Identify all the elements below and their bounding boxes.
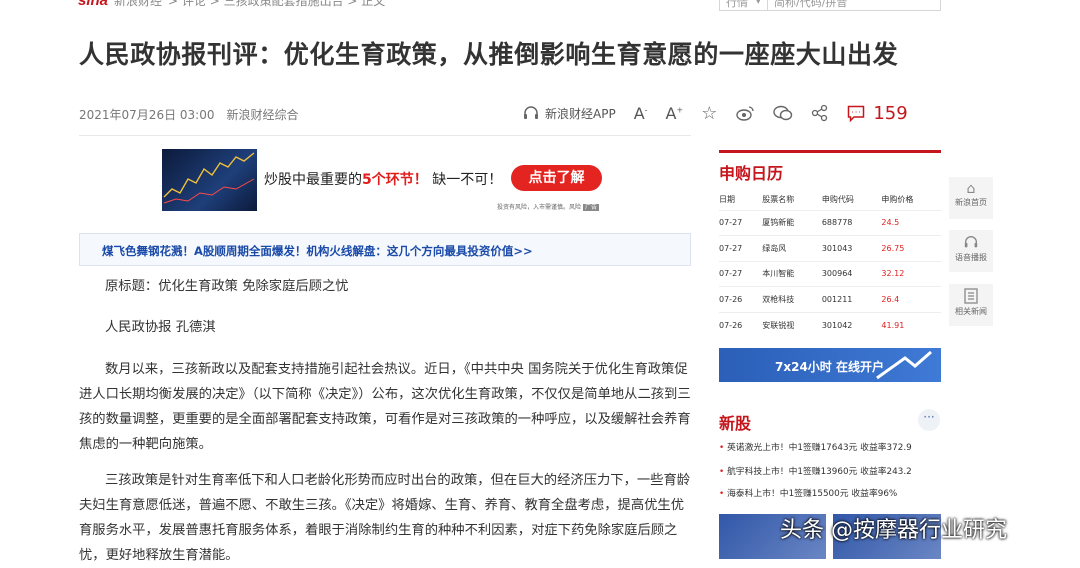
article-paragraph: 人民政协报 孔德淇 xyxy=(105,320,216,335)
breadcrumb[interactable]: > 评论 > 三孩政策配套措施出台 > 正文 xyxy=(168,0,385,9)
font-small-icon: A- xyxy=(633,103,648,123)
share-button[interactable] xyxy=(811,104,829,122)
divider xyxy=(79,135,691,136)
open-account-banner[interactable]: 7x24小时 在线开户 xyxy=(719,348,941,382)
more-icon[interactable]: ··· xyxy=(918,409,940,431)
comment-count: 159 xyxy=(873,102,908,124)
article-source[interactable]: 新浪财经综合 xyxy=(226,106,298,123)
sina-logo[interactable]: sina xyxy=(78,0,108,9)
table-row[interactable]: 07-26 双枪科技 001211 26.4 xyxy=(719,286,941,313)
arrow-graphic xyxy=(876,350,932,380)
col-header: 申购代码 xyxy=(821,194,854,204)
ipo-calendar-table: 日期 股票名称 申购代码 申购价格 07-27 厦钨新能 688778 24.5 07… xyxy=(719,189,941,338)
table-row[interactable]: 07-27 本川智能 300964 32.12 xyxy=(719,260,941,287)
share-icon xyxy=(812,104,828,122)
ad-cta-button[interactable]: 点击了解 xyxy=(511,165,602,191)
ad-text[interactable]: 炒股中最重要的5个环节！ 缺一不可！ xyxy=(264,169,502,189)
comment-icon xyxy=(848,105,865,122)
headphones-icon xyxy=(524,106,538,119)
table-row[interactable]: 07-27 厦钨新能 688778 24.5 xyxy=(719,209,941,236)
promo-banner-link[interactable]: 煤飞色舞钢花溅！A股顺周期全面爆发！机构火线解盘：这几个方向最具投资价值>> xyxy=(79,233,691,266)
article-title: 人民政协报刊评：优化生育政策，从推倒影响生育意愿的一座座大山出发 xyxy=(79,40,899,69)
col-header: 日期 xyxy=(719,194,735,204)
font-large-icon: A+ xyxy=(665,103,684,123)
wechat-icon xyxy=(773,105,793,121)
table-row[interactable]: 07-27 绿岛风 301043 26.75 xyxy=(719,235,941,262)
article-paragraph: 原标题：优化生育政策 免除家庭后顾之忧 xyxy=(105,279,349,294)
list-item[interactable]: • 英诺激光上市！中1签赚17643元 收益率372.9 xyxy=(719,440,941,453)
search-type-select[interactable]: 行情 ▾ xyxy=(720,0,768,10)
favorite-button[interactable]: ☆ xyxy=(701,103,717,124)
table-row[interactable]: 07-26 安联锐视 301042 41.91 xyxy=(719,311,941,338)
article-paragraph: 数月以来，三孩新政以及配套支持措施引起社会热议。近日，《中共中央 国务院关于优化… xyxy=(79,362,691,452)
comment-button[interactable]: 159 xyxy=(847,102,908,124)
rail-home-button[interactable]: ⌂ 新浪首页 xyxy=(949,177,993,219)
top-bar: sina 新浪财经 > 评论 > 三孩政策配套措施出台 > 正文 xyxy=(78,0,385,9)
wechat-share-button[interactable] xyxy=(773,105,793,121)
search-input[interactable]: 简称/代码/拼音 xyxy=(768,0,853,10)
list-item[interactable]: • 海泰科上市！中1签赚15500元 收益率96% xyxy=(719,486,941,499)
search-box: 行情 ▾ 简称/代码/拼音 xyxy=(719,0,941,11)
rail-audio-button[interactable]: 语音播报 xyxy=(949,230,993,272)
article-meta: 2021年07月26日 03:00 新浪财经综合 xyxy=(79,106,299,123)
publish-date: 2021年07月26日 03:00 xyxy=(79,108,215,122)
rail-related-button[interactable]: 相关新闻 xyxy=(949,284,993,326)
watermark: 头条 @按摩器行业研究 xyxy=(780,518,1007,543)
home-icon: ⌂ xyxy=(966,181,976,197)
ad-disclaimer: 投资有风险，入市需谨慎。风险 广告 xyxy=(497,204,599,211)
chevron-down-icon: ▾ xyxy=(755,0,761,7)
font-increase-button[interactable]: A+ xyxy=(666,104,684,123)
col-header: 申购价格 xyxy=(881,194,914,204)
col-header: 股票名称 xyxy=(762,194,795,204)
headphones-icon xyxy=(964,236,978,248)
app-link[interactable]: 新浪财经APP xyxy=(522,105,616,122)
weibo-icon xyxy=(736,106,754,121)
weibo-share-button[interactable] xyxy=(735,105,755,121)
document-icon xyxy=(964,288,978,304)
font-decrease-button[interactable]: A- xyxy=(634,104,648,123)
ipo-calendar-title[interactable]: 申购日历 xyxy=(719,150,941,184)
stock-chart-graphic xyxy=(163,152,255,204)
ad-image[interactable] xyxy=(162,149,257,211)
article-toolbar: 新浪财经APP A- A+ ☆ 159 xyxy=(522,100,908,126)
article-paragraph: 三孩政策是针对生育率低下和人口老龄化形势而应时出台的政策，但在巨大的经济压力下，… xyxy=(79,473,691,563)
new-shares-title[interactable]: 新股 xyxy=(719,410,751,434)
list-item[interactable]: • 航宇科技上市！中1签赚13960元 收益率243.2 xyxy=(719,464,941,477)
star-icon: ☆ xyxy=(701,102,718,124)
site-name[interactable]: 新浪财经 xyxy=(114,0,162,9)
